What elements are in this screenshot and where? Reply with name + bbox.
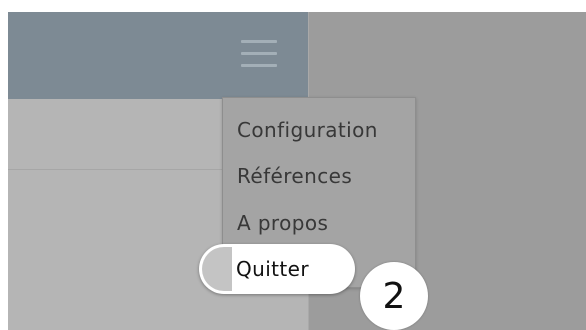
menu-item-quit-highlight[interactable]: Quitter [199, 244, 355, 294]
menu-icon-bar-bottom [241, 64, 277, 67]
menu-item-about[interactable]: A propos [237, 211, 328, 235]
menu-item-quit[interactable]: Quitter [236, 257, 309, 281]
hamburger-menu-icon[interactable] [237, 34, 281, 74]
menu-icon-bar-top [241, 40, 277, 43]
step-number-badge: 2 [360, 262, 428, 330]
screenshot-stage: Configuration Références A propos Quitte… [0, 0, 586, 330]
menu-icon-bar-middle [241, 52, 277, 55]
menu-item-references[interactable]: Références [237, 164, 352, 188]
header-bar [8, 12, 308, 99]
highlight-shade [202, 247, 232, 291]
menu-item-configuration[interactable]: Configuration [237, 118, 378, 142]
